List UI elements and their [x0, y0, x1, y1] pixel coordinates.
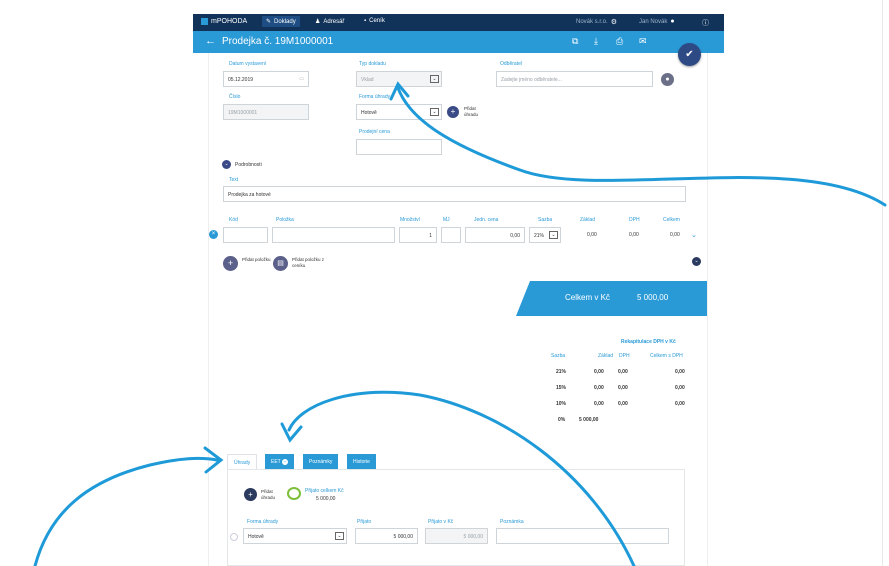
app-root: mPOHODA ✎ Doklady ♟ Adresář ▪ Ceník Nová…: [0, 0, 889, 566]
arrow-to-eet-tab: [287, 390, 636, 566]
arrow-to-doc-type: [396, 86, 887, 207]
annotation-arrows: [33, 81, 887, 566]
arrow-to-uhrady-tab: [33, 456, 219, 566]
